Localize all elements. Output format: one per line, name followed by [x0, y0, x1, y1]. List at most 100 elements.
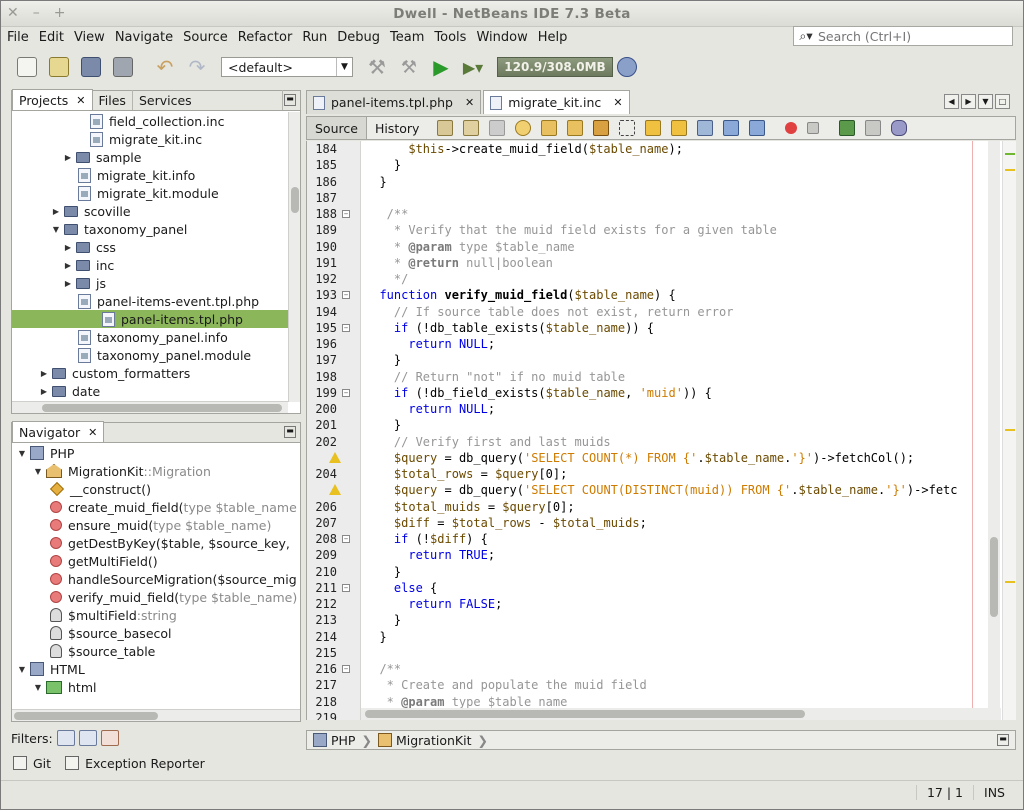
tree-item[interactable]: ▶ inc — [62, 256, 114, 274]
fold-toggle-icon[interactable]: − — [342, 665, 350, 673]
exception-reporter-button[interactable]: Exception Reporter — [85, 756, 205, 771]
tree-item[interactable]: migrate_kit.inc — [88, 130, 202, 148]
expand-toggle-icon[interactable]: ▼ — [32, 683, 44, 692]
code-line[interactable]: 216− /** — [307, 661, 1007, 677]
maximize-editor-icon[interactable]: □ — [995, 94, 1010, 109]
close-icon[interactable]: ✕ — [76, 94, 85, 107]
code-horizontal-scrollbar[interactable] — [361, 708, 1001, 720]
find-next-icon[interactable] — [567, 120, 584, 136]
expand-toggle-icon[interactable]: ▶ — [38, 387, 50, 396]
git-window-button[interactable]: Git — [33, 756, 51, 771]
code-line[interactable]: $query = db_query('SELECT COUNT(DISTINCT… — [307, 482, 1007, 498]
menu-source[interactable]: Source — [183, 30, 228, 45]
stripe-warning-mark[interactable] — [1005, 581, 1015, 583]
save-all-button[interactable] — [109, 54, 137, 80]
tree-item[interactable]: migrate_kit.info — [76, 166, 195, 184]
menu-tools[interactable]: Tools — [434, 30, 466, 45]
memory-meter[interactable]: 120.9/308.0MB — [497, 57, 613, 77]
projects-vertical-scrollbar[interactable] — [288, 112, 300, 402]
tree-item[interactable]: ▼ taxonomy_panel — [50, 220, 187, 238]
navigator-item[interactable]: handleSourceMigration($source_mig — [48, 570, 297, 588]
minimize-pane-icon[interactable]: ▬ — [284, 94, 296, 106]
navigator-item[interactable]: ▼ html — [32, 678, 97, 696]
code-line[interactable]: 201 } — [307, 417, 1007, 433]
menu-run[interactable]: Run — [302, 30, 327, 45]
fold-toggle-icon[interactable]: − — [342, 535, 350, 543]
scrollbar-thumb[interactable] — [42, 404, 282, 412]
redo-button[interactable]: ↷ — [183, 54, 211, 80]
tree-item[interactable]: migrate_kit.module — [76, 184, 219, 202]
menu-edit[interactable]: Edit — [39, 30, 64, 45]
shift-right-icon[interactable] — [749, 120, 766, 136]
menu-view[interactable]: View — [74, 30, 105, 45]
tree-item[interactable]: field_collection.inc — [88, 112, 224, 130]
tree-item[interactable]: ▶ css — [62, 238, 116, 256]
navigator-item[interactable]: $source_basecol — [48, 624, 172, 642]
scrollbar-thumb[interactable] — [365, 710, 805, 718]
navigator-item[interactable]: $source_table — [48, 642, 155, 660]
new-project-button[interactable] — [45, 54, 73, 80]
code-line[interactable]: 206 $total_muids = $query[0]; — [307, 499, 1007, 515]
code-line[interactable]: 215 — [307, 645, 1007, 661]
start-macro-icon[interactable] — [785, 122, 798, 134]
code-line[interactable]: 211− else { — [307, 580, 1007, 596]
code-line[interactable]: 190 * @param type $table_name — [307, 239, 1007, 255]
tree-item[interactable]: ▶ scoville — [50, 202, 131, 220]
filter-inherited-icon[interactable] — [100, 730, 119, 746]
toggle-bookmark-icon[interactable] — [697, 120, 714, 136]
tree-item[interactable]: panel-items-event.tpl.php — [76, 292, 259, 310]
new-file-button[interactable] — [13, 54, 41, 80]
close-icon[interactable]: ✕ — [88, 426, 97, 439]
stripe-warning-mark[interactable] — [1005, 169, 1015, 171]
navigator-horizontal-scrollbar[interactable] — [12, 709, 300, 721]
minimize-window-icon[interactable]: – — [33, 5, 40, 21]
code-line[interactable]: 199− if (!db_field_exists($table_name, '… — [307, 385, 1007, 401]
menu-file[interactable]: File — [7, 30, 29, 45]
quick-search[interactable]: ⌕▾ — [793, 26, 1013, 46]
error-stripe[interactable] — [1002, 141, 1016, 720]
editor-tab-panel-items[interactable]: panel-items.tpl.php ✕ — [306, 90, 482, 114]
search-input[interactable] — [818, 28, 998, 44]
close-icon[interactable]: ✕ — [465, 96, 474, 109]
expand-toggle-icon[interactable]: ▼ — [32, 467, 44, 476]
find-icon[interactable] — [515, 120, 532, 136]
config-select[interactable]: <default> ▼ — [221, 57, 353, 77]
fold-toggle-icon[interactable]: − — [342, 388, 350, 397]
menu-debug[interactable]: Debug — [337, 30, 380, 45]
menu-team[interactable]: Team — [390, 30, 424, 45]
expand-toggle-icon[interactable]: ▶ — [62, 261, 74, 270]
expand-toggle-icon[interactable]: ▼ — [16, 665, 28, 674]
tree-item[interactable]: taxonomy_panel.module — [76, 346, 251, 364]
scroll-right-icon[interactable]: ▶ — [961, 94, 976, 109]
code-line[interactable]: 200 return NULL; — [307, 401, 1007, 417]
show-opened-documents-icon[interactable]: ▼ — [978, 94, 993, 109]
tab-navigator[interactable]: Navigator ✕ — [12, 421, 105, 442]
menu-window[interactable]: Window — [476, 30, 527, 45]
code-line[interactable]: 209 return TRUE; — [307, 547, 1007, 563]
tab-files[interactable]: Files — [93, 90, 133, 110]
code-line[interactable]: 187 — [307, 190, 1007, 206]
code-line[interactable]: 194 // If source table does not exist, r… — [307, 304, 1007, 320]
navigator-item[interactable]: ▼ HTML — [16, 660, 85, 678]
stripe-warning-mark[interactable] — [1005, 429, 1015, 431]
debug-button[interactable]: ▶▾ — [459, 54, 487, 80]
code-line[interactable]: 204 $total_rows = $query[0]; — [307, 466, 1007, 482]
breadcrumb-item[interactable]: PHP — [331, 733, 355, 748]
expand-toggle-icon[interactable]: ▶ — [38, 369, 50, 378]
toggle-highlight-icon[interactable] — [593, 120, 610, 136]
scrollbar-thumb[interactable] — [990, 537, 998, 617]
navigator-item[interactable]: ensure_muid(type $table_name) — [48, 516, 271, 534]
tree-item[interactable]: ▶ sample — [62, 148, 142, 166]
previous-bookmark-icon[interactable] — [645, 120, 662, 136]
code-line[interactable]: 217 * Create and populate the muid field — [307, 677, 1007, 693]
code-line[interactable]: 195− if (!db_table_exists($table_name)) … — [307, 320, 1007, 336]
scrollbar-thumb[interactable] — [291, 187, 299, 213]
code-line[interactable]: 210 } — [307, 564, 1007, 580]
close-icon[interactable]: ✕ — [613, 96, 622, 109]
build-button[interactable]: ⚒ — [363, 54, 391, 80]
tab-services[interactable]: Services — [133, 90, 283, 110]
fold-toggle-icon[interactable]: − — [342, 583, 350, 592]
code-line[interactable]: 193− function verify_muid_field($table_n… — [307, 287, 1007, 303]
code-line[interactable]: 213 } — [307, 612, 1007, 628]
minimize-pane-icon[interactable]: ▬ — [284, 426, 296, 438]
